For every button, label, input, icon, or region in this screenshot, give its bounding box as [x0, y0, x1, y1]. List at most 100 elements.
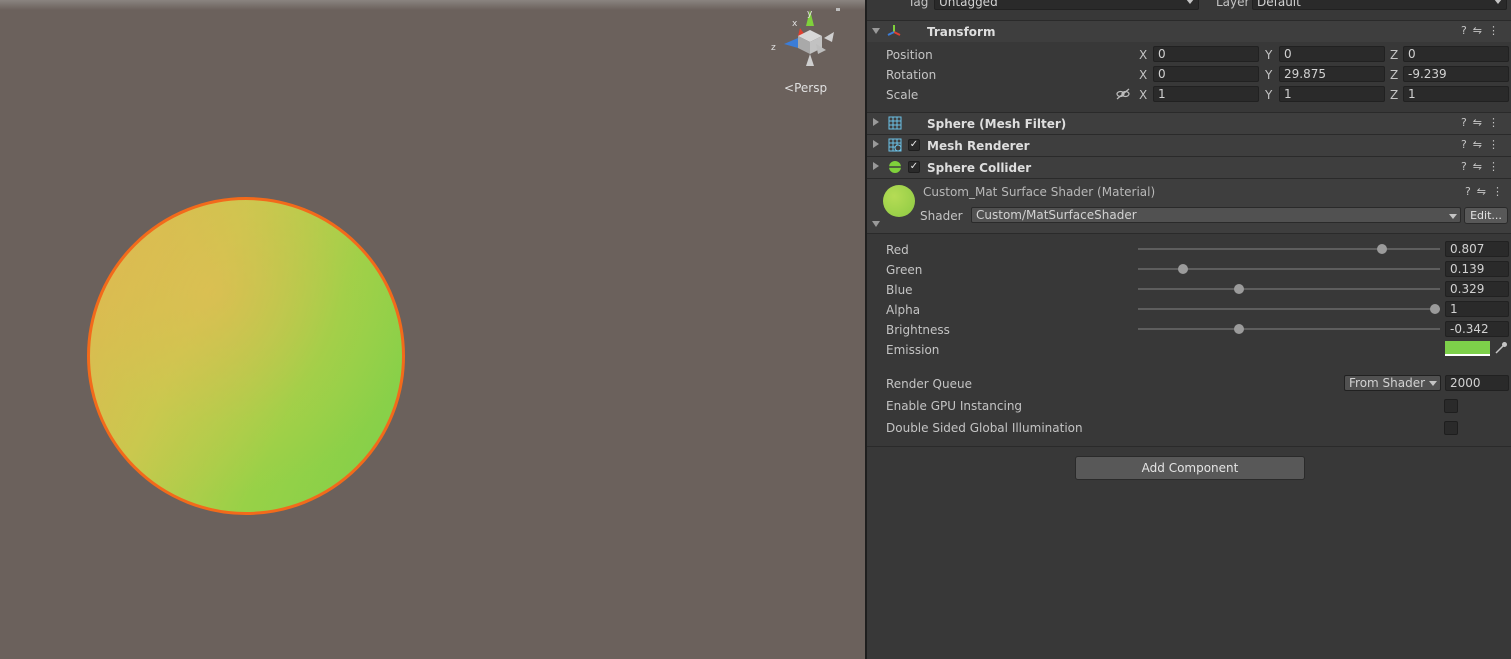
render-queue-dropdown-arrow-icon — [1429, 381, 1437, 386]
material-preview — [883, 185, 915, 217]
green-slider-knob[interactable] — [1178, 264, 1189, 274]
red-label: Red — [886, 243, 909, 257]
add-component-button[interactable]: Add Component — [1075, 456, 1305, 480]
transform-icon — [887, 25, 901, 36]
constrain-proportions-icon[interactable] — [1116, 88, 1130, 100]
rotation-z-field[interactable]: -9.239 — [1403, 66, 1509, 82]
brightness-label: Brightness — [886, 323, 950, 337]
blue-label: Blue — [886, 283, 913, 297]
gizmo-x-label: x — [792, 19, 798, 29]
emission-label: Emission — [886, 343, 940, 357]
alpha-slider-track[interactable] — [1138, 308, 1440, 310]
help-icon: ? — [1464, 185, 1477, 198]
scene-horizon — [0, 0, 865, 10]
tag-dropdown-arrow-icon — [1186, 0, 1194, 4]
layer-dropdown[interactable]: Default — [1252, 0, 1507, 10]
layer-dropdown-arrow-icon — [1494, 0, 1502, 4]
selected-sphere[interactable] — [87, 197, 405, 515]
double-sided-gi-label: Double Sided Global Illumination — [886, 421, 1083, 435]
sphere-collider-icon — [889, 161, 901, 173]
sphere-collider-enabled-checkbox[interactable]: ✓ — [908, 161, 920, 173]
gizmo-z-cone[interactable] — [784, 38, 798, 48]
material-header-icons[interactable]: ?⇋⋮ — [1465, 185, 1509, 198]
render-queue-value-field[interactable]: 2000 — [1445, 375, 1509, 391]
position-y-field[interactable]: 0 — [1279, 46, 1385, 62]
mesh-renderer-header-icons[interactable]: ?⇋⋮ — [1461, 138, 1505, 151]
transform-header-icons[interactable]: ?⇋⋮ — [1461, 24, 1505, 37]
rotation-x-label[interactable]: X — [1139, 68, 1147, 82]
alpha-slider-knob[interactable] — [1430, 304, 1441, 314]
gpu-instancing-checkbox[interactable] — [1444, 399, 1458, 413]
gizmo-y-label: y — [807, 9, 813, 19]
help-icon: ? — [1460, 116, 1473, 129]
presets-icon: ⇋ — [1472, 138, 1488, 151]
context-menu-icon: ⋮ — [1488, 138, 1505, 151]
orientation-gizmo[interactable]: y x z — [770, 8, 840, 68]
sphere-collider-title: Sphere Collider — [927, 161, 1032, 175]
scale-x-label[interactable]: X — [1139, 88, 1147, 102]
scale-label: Scale — [886, 88, 919, 102]
scene-view[interactable]: y x z <Persp — [0, 0, 865, 659]
shader-dropdown[interactable]: Custom/MatSurfaceShader — [971, 207, 1461, 223]
mesh-renderer-enabled-checkbox[interactable]: ✓ — [908, 139, 920, 151]
rotation-x-field[interactable]: 0 — [1153, 66, 1259, 82]
rotation-label: Rotation — [886, 68, 937, 82]
red-value-field[interactable]: 0.807 — [1445, 241, 1509, 257]
red-slider-knob[interactable] — [1376, 244, 1387, 254]
mesh-filter-header[interactable]: Sphere (Mesh Filter) ?⇋⋮ — [867, 112, 1511, 134]
emission-color-swatch[interactable] — [1445, 341, 1490, 356]
blue-slider-knob[interactable] — [1234, 284, 1245, 294]
mesh-renderer-foldout-icon[interactable] — [873, 140, 879, 148]
eyedropper-icon[interactable] — [1494, 341, 1508, 355]
rotation-y-label[interactable]: Y — [1265, 68, 1272, 82]
mesh-renderer-header[interactable]: ✓ Mesh Renderer ?⇋⋮ — [867, 134, 1511, 156]
mesh-filter-header-icons[interactable]: ?⇋⋮ — [1461, 116, 1505, 129]
context-menu-icon: ⋮ — [1488, 160, 1505, 173]
tag-label: Tag — [908, 0, 929, 9]
scale-y-field[interactable]: 1 — [1279, 86, 1385, 102]
scale-y-label[interactable]: Y — [1265, 88, 1272, 102]
scale-z-label[interactable]: Z — [1390, 88, 1398, 102]
green-value-field[interactable]: 0.139 — [1445, 261, 1509, 277]
transform-foldout-icon[interactable] — [872, 28, 880, 34]
rotation-z-label[interactable]: Z — [1390, 68, 1398, 82]
mesh-filter-foldout-icon[interactable] — [873, 118, 879, 126]
tag-dropdown[interactable]: Untagged — [934, 0, 1199, 10]
blue-slider-track[interactable] — [1138, 288, 1440, 290]
sphere-collider-header[interactable]: ✓ Sphere Collider ?⇋⋮ — [867, 156, 1511, 178]
sphere-collider-foldout-icon[interactable] — [873, 162, 879, 170]
persp-icon: < — [784, 81, 795, 95]
projection-toggle[interactable]: <Persp — [784, 81, 827, 95]
transform-header[interactable]: Transform ?⇋⋮ — [867, 20, 1511, 42]
position-y-label[interactable]: Y — [1265, 48, 1272, 62]
alpha-value-field[interactable]: 1 — [1445, 301, 1509, 317]
mesh-renderer-icon — [888, 138, 902, 152]
brightness-slider-knob[interactable] — [1234, 324, 1245, 334]
presets-icon: ⇋ — [1472, 24, 1488, 37]
sphere-collider-header-icons[interactable]: ?⇋⋮ — [1461, 160, 1505, 173]
inspector-divider — [867, 446, 1511, 447]
position-x-field[interactable]: 0 — [1153, 46, 1259, 62]
double-sided-gi-checkbox[interactable] — [1444, 421, 1458, 435]
position-z-label[interactable]: Z — [1390, 48, 1398, 62]
context-menu-icon: ⋮ — [1488, 116, 1505, 129]
brightness-slider-track[interactable] — [1138, 328, 1440, 330]
red-slider-track[interactable] — [1138, 248, 1440, 250]
transform-title: Transform — [927, 25, 996, 39]
position-z-field[interactable]: 0 — [1403, 46, 1509, 62]
scale-z-field[interactable]: 1 — [1403, 86, 1509, 102]
presets-icon: ⇋ — [1476, 185, 1492, 198]
shader-edit-button[interactable]: Edit... — [1464, 207, 1508, 224]
position-x-label[interactable]: X — [1139, 48, 1147, 62]
layer-label: Layer — [1216, 0, 1250, 9]
scale-x-field[interactable]: 1 — [1153, 86, 1259, 102]
alpha-label: Alpha — [886, 303, 921, 317]
material-foldout-icon[interactable] — [872, 221, 880, 227]
render-queue-mode-dropdown[interactable]: From Shader — [1344, 375, 1441, 391]
mesh-renderer-title: Mesh Renderer — [927, 139, 1030, 153]
mesh-filter-title: Sphere (Mesh Filter) — [927, 117, 1067, 131]
brightness-value-field[interactable]: -0.342 — [1445, 321, 1509, 337]
help-icon: ? — [1460, 24, 1473, 37]
blue-value-field[interactable]: 0.329 — [1445, 281, 1509, 297]
rotation-y-field[interactable]: 29.875 — [1279, 66, 1385, 82]
